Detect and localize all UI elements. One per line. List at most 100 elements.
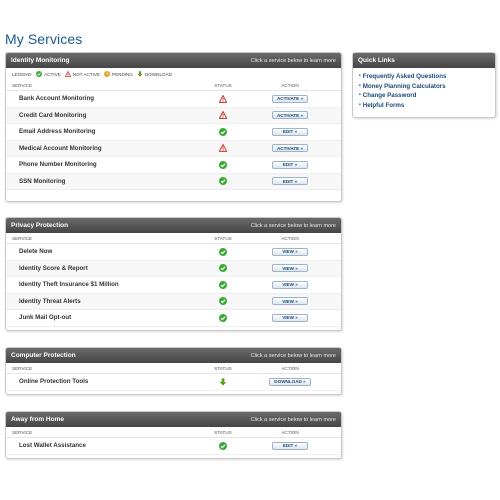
quick-link-change-password[interactable]: • Change Password: [359, 91, 489, 101]
check-circle-icon: [219, 247, 227, 256]
service-name[interactable]: SSN Monitoring: [19, 178, 200, 185]
service-name[interactable]: Identity Theft Insurance $1 Million: [19, 281, 200, 288]
service-name[interactable]: Lost Wallet Assistance: [19, 442, 200, 449]
service-name[interactable]: Identity Score & Report: [19, 265, 200, 272]
warning-triangle-icon: [64, 71, 71, 77]
status-cell: [200, 177, 246, 186]
legend-download: DOWNLOAD: [137, 71, 172, 77]
legend-download-label: DOWNLOAD: [144, 71, 172, 77]
service-name[interactable]: Email Address Monitoring: [19, 128, 200, 135]
action-button[interactable]: ACTIVATE »: [271, 144, 309, 153]
identity-monitoring-panel: Identity Monitoring Click a service belo…: [5, 52, 342, 202]
action-button[interactable]: VIEW »: [272, 313, 308, 322]
quick-link-faq[interactable]: • Frequently Asked Questions: [359, 72, 489, 82]
page-title: My Services: [5, 31, 83, 47]
action-button[interactable]: VIEW »: [272, 297, 308, 306]
col-service: SERVICE: [12, 82, 33, 88]
action-cell: EDIT »: [246, 160, 334, 169]
col-action: ACTION: [281, 235, 299, 241]
check-circle-icon: [219, 441, 227, 450]
service-row[interactable]: Bank Account Monitoring ACTIVATE »: [6, 91, 341, 108]
action-cell: VIEW »: [246, 280, 334, 289]
panel-hint: Click a service below to learn more: [250, 416, 336, 423]
status-cell: [200, 144, 246, 153]
service-row[interactable]: Email Address Monitoring EDIT »: [6, 124, 341, 141]
action-button[interactable]: EDIT »: [272, 127, 308, 136]
service-row[interactable]: SSN Monitoring EDIT »: [6, 173, 341, 190]
action-cell: EDIT »: [246, 441, 334, 450]
status-cell: [200, 378, 246, 386]
service-row[interactable]: Identity Theft Insurance $1 Million VIEW …: [6, 277, 341, 294]
service-row[interactable]: Lost Wallet Assistance EDIT »: [6, 438, 341, 455]
action-button[interactable]: VIEW »: [272, 247, 308, 256]
service-name[interactable]: Junk Mail Opt-out: [19, 314, 200, 321]
action-cell: ACTIVATE »: [246, 111, 334, 120]
col-status: STATUS: [214, 235, 232, 241]
action-cell: VIEW »: [246, 313, 334, 322]
panel-hint: Click a service below to learn more: [250, 352, 336, 359]
bullet-icon: •: [359, 82, 361, 89]
service-name[interactable]: Phone Number Monitoring: [19, 161, 200, 168]
check-circle-icon: [36, 71, 43, 77]
service-name[interactable]: Credit Card Monitoring: [19, 112, 200, 119]
quick-link-label[interactable]: Money Planning Calculators: [363, 82, 446, 92]
service-name[interactable]: Delete Now: [19, 248, 200, 255]
status-cell: [200, 264, 246, 273]
service-row[interactable]: Online Protection Tools DOWNLOAD »: [6, 374, 341, 391]
panel-header: Quick Links: [353, 53, 495, 68]
status-cell: [200, 127, 246, 136]
legend-label: LEGEND:: [12, 71, 33, 77]
action-button[interactable]: EDIT »: [272, 177, 308, 186]
service-row[interactable]: Identity Score & Report VIEW »: [6, 260, 341, 277]
action-button[interactable]: ACTIVATE »: [271, 94, 309, 103]
quick-link-label[interactable]: Helpful Forms: [363, 101, 405, 111]
service-name[interactable]: Medical Account Monitoring: [19, 145, 200, 152]
quick-link-calculators[interactable]: • Money Planning Calculators: [359, 82, 489, 92]
status-cell: [200, 313, 246, 322]
service-row[interactable]: Credit Card Monitoring ACTIVATE »: [6, 107, 341, 124]
col-status: STATUS: [214, 365, 232, 371]
legend-not-active: NOT ACTIVE: [64, 71, 100, 77]
panel-title: Privacy Protection: [11, 222, 69, 229]
warning-triangle-icon: [219, 94, 227, 103]
service-name[interactable]: Bank Account Monitoring: [19, 95, 200, 102]
check-circle-icon: [219, 264, 227, 273]
legend-pending: PENDING: [104, 71, 133, 77]
action-button[interactable]: VIEW »: [272, 264, 308, 273]
service-row[interactable]: Junk Mail Opt-out VIEW »: [6, 310, 341, 327]
action-button[interactable]: ACTIVATE »: [271, 111, 309, 120]
col-action: ACTION: [281, 429, 299, 435]
action-button[interactable]: EDIT »: [272, 441, 308, 450]
service-row[interactable]: Delete Now VIEW »: [6, 244, 341, 261]
quick-link-label[interactable]: Frequently Asked Questions: [363, 72, 447, 82]
status-cell: [200, 160, 246, 169]
status-cell: [200, 94, 246, 103]
column-headers: SERVICE STATUS ACTION: [6, 80, 341, 91]
panel-hint: Click a service below to learn more: [250, 222, 336, 229]
privacy-protection-panel: Privacy Protection Click a service below…: [5, 217, 342, 331]
action-button[interactable]: DOWNLOAD »: [269, 377, 311, 386]
service-name[interactable]: Online Protection Tools: [19, 378, 200, 385]
quick-link-label[interactable]: Change Password: [363, 91, 417, 101]
action-cell: EDIT »: [246, 127, 334, 136]
action-button[interactable]: VIEW »: [272, 280, 308, 289]
action-button[interactable]: EDIT »: [272, 160, 308, 169]
service-row[interactable]: Medical Account Monitoring ACTIVATE »: [6, 140, 341, 157]
col-action: ACTION: [281, 365, 299, 371]
column-headers: SERVICE STATUS ACTION: [6, 233, 341, 244]
check-circle-icon: [219, 313, 227, 322]
service-row[interactable]: Phone Number Monitoring EDIT »: [6, 157, 341, 174]
action-cell: VIEW »: [246, 264, 334, 273]
col-service: SERVICE: [12, 429, 33, 435]
bullet-icon: •: [359, 92, 361, 98]
panel-header: Identity Monitoring Click a service belo…: [6, 53, 341, 68]
quick-links-panel: Quick Links • Frequently Asked Questions …: [352, 52, 496, 118]
bullet-icon: •: [359, 101, 361, 108]
computer-protection-panel: Computer Protection Click a service belo…: [5, 347, 342, 395]
status-cell: [200, 297, 246, 306]
status-cell: [200, 111, 246, 120]
service-name[interactable]: Identity Threat Alerts: [19, 298, 200, 305]
quick-link-helpful-forms[interactable]: • Helpful Forms: [359, 101, 489, 111]
status-cell: [200, 280, 246, 289]
service-row[interactable]: Identity Threat Alerts VIEW »: [6, 293, 341, 310]
